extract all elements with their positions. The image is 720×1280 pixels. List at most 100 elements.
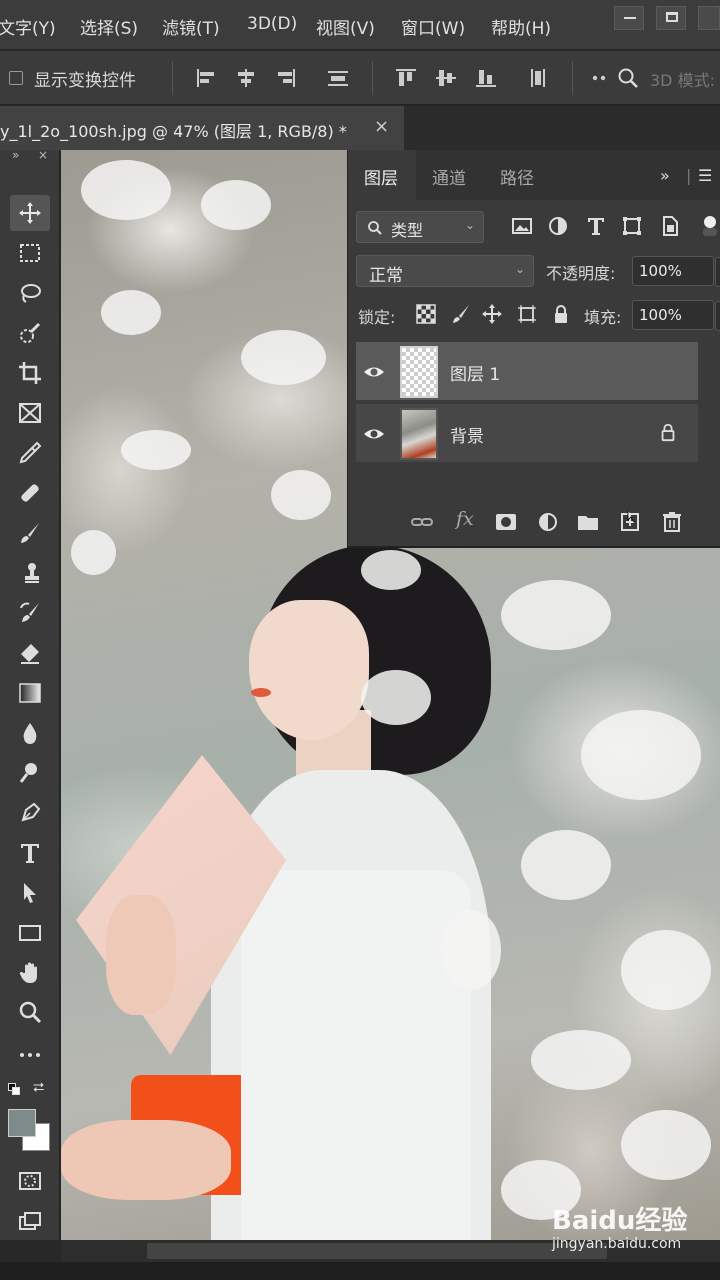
- more-options-icon[interactable]: [588, 67, 612, 89]
- pixel-filter-icon[interactable]: [510, 214, 534, 238]
- lock-icon[interactable]: [658, 422, 678, 442]
- dodge-tool-icon[interactable]: [10, 755, 50, 791]
- layer-style-fx-icon[interactable]: fx: [456, 508, 474, 530]
- new-layer-icon[interactable]: [618, 510, 642, 534]
- blend-mode-dropdown[interactable]: 正常 ⌄: [356, 255, 534, 287]
- show-transform-controls-label: 显示变换控件: [34, 71, 136, 91]
- lock-artboard-icon[interactable]: [516, 303, 538, 325]
- fill-field[interactable]: 100% ⌄: [632, 300, 720, 331]
- tab-layers[interactable]: 图层: [364, 164, 398, 189]
- foreground-color-swatch[interactable]: [8, 1109, 36, 1137]
- visibility-eye-icon[interactable]: [362, 360, 386, 384]
- brush-tool-icon[interactable]: [10, 515, 50, 551]
- chevron-down-icon[interactable]: ⌄: [715, 301, 720, 331]
- align-top-icon[interactable]: [394, 67, 418, 89]
- menu-help[interactable]: 帮助(H): [491, 14, 551, 39]
- document-tab-title: y_1l_2o_100sh.jpg @ 47% (图层 1, RGB/8) *: [0, 122, 347, 141]
- show-transform-controls-checkbox[interactable]: [9, 71, 23, 85]
- panel-menu-icon[interactable]: ☰: [698, 166, 712, 185]
- scrollbar-thumb[interactable]: [147, 1243, 607, 1259]
- hand-tool-icon[interactable]: [10, 955, 50, 991]
- add-mask-icon[interactable]: [494, 510, 518, 534]
- align-vertical-center-icon[interactable]: [434, 67, 458, 89]
- distribute-horizontal-icon[interactable]: [326, 67, 350, 89]
- layer-thumbnail: [400, 408, 438, 460]
- zoom-tool-icon[interactable]: [10, 995, 50, 1031]
- clone-stamp-tool-icon[interactable]: [10, 555, 50, 591]
- distribute-vertical-icon[interactable]: [526, 67, 550, 89]
- filter-toggle-icon[interactable]: [698, 214, 720, 238]
- swap-colors-icon[interactable]: ⮂: [33, 1080, 44, 1096]
- screen-mode-icon[interactable]: [10, 1203, 50, 1239]
- layer-filter-dropdown[interactable]: 类型 ⌄: [356, 211, 484, 243]
- menu-3d[interactable]: 3D(D): [247, 14, 297, 34]
- layer-row-layer-1[interactable]: 图层 1: [356, 342, 698, 400]
- move-tool-icon[interactable]: [10, 195, 50, 231]
- lock-all-icon[interactable]: [550, 303, 572, 325]
- lasso-tool-icon[interactable]: [10, 275, 50, 311]
- adjustment-filter-icon[interactable]: [546, 214, 570, 238]
- quick-selection-tool-icon[interactable]: [10, 315, 50, 351]
- menu-window[interactable]: 窗口(W): [401, 14, 465, 39]
- type-tool-icon[interactable]: [10, 835, 50, 871]
- align-right-icon[interactable]: [274, 67, 298, 89]
- tab-paths[interactable]: 路径: [500, 164, 534, 189]
- tools-panel-header: » ×: [0, 148, 60, 166]
- align-left-icon[interactable]: [194, 67, 218, 89]
- menu-bar: 文字(Y) 选择(S) 滤镜(T) 3D(D) 视图(V) 窗口(W) 帮助(H…: [0, 0, 720, 50]
- marquee-tool-icon[interactable]: [10, 235, 50, 271]
- default-colors-icon[interactable]: [8, 1083, 22, 1097]
- menu-filter[interactable]: 滤镜(T): [162, 14, 220, 39]
- close-panel-icon[interactable]: ×: [38, 148, 48, 162]
- delete-layer-icon[interactable]: [660, 510, 684, 534]
- menu-view[interactable]: 视图(V): [316, 14, 375, 39]
- path-selection-tool-icon[interactable]: [10, 875, 50, 911]
- crop-tool-icon[interactable]: [10, 355, 50, 391]
- history-brush-tool-icon[interactable]: [10, 595, 50, 631]
- rectangle-tool-icon[interactable]: [10, 915, 50, 951]
- link-layers-icon[interactable]: [410, 510, 434, 534]
- healing-brush-tool-icon[interactable]: [10, 475, 50, 511]
- lock-image-pixels-icon[interactable]: [450, 303, 472, 325]
- fill-value: 100%: [639, 306, 682, 324]
- eraser-tool-icon[interactable]: [10, 635, 50, 671]
- type-filter-icon[interactable]: [584, 214, 608, 238]
- search-icon[interactable]: [616, 67, 640, 89]
- lock-transparent-pixels-icon[interactable]: [415, 303, 437, 325]
- tab-channels[interactable]: 通道: [432, 164, 466, 189]
- layers-panel: 图层 通道 路径 » | ☰ 类型 ⌄ 正常 ⌄ 不透明度: 100% ⌄ 锁定…: [347, 150, 720, 548]
- align-center-horizontal-icon[interactable]: [234, 67, 258, 89]
- smart-object-filter-icon[interactable]: [658, 214, 682, 238]
- minimize-button[interactable]: [614, 6, 644, 30]
- menu-select[interactable]: 选择(S): [80, 14, 138, 39]
- more-tools-icon[interactable]: [10, 1037, 50, 1073]
- eyedropper-tool-icon[interactable]: [10, 435, 50, 471]
- visibility-eye-icon[interactable]: [362, 422, 386, 446]
- watermark-logo: Baidu经验: [552, 1206, 688, 1236]
- maximize-button[interactable]: [656, 6, 686, 30]
- lock-position-icon[interactable]: [481, 303, 503, 325]
- close-window-button[interactable]: [698, 6, 720, 30]
- quick-mask-icon[interactable]: [10, 1163, 50, 1199]
- pen-tool-icon[interactable]: [10, 795, 50, 831]
- search-icon: [368, 221, 382, 235]
- expand-panel-icon[interactable]: »: [12, 148, 19, 162]
- figure-hand: [106, 895, 176, 1015]
- collapse-panel-icon[interactable]: »: [660, 166, 670, 185]
- divider: [172, 61, 173, 95]
- align-bottom-icon[interactable]: [474, 67, 498, 89]
- kimono-sleeve: [241, 870, 471, 1240]
- new-group-folder-icon[interactable]: [576, 510, 600, 534]
- chevron-down-icon[interactable]: ⌄: [715, 257, 720, 287]
- opacity-field[interactable]: 100% ⌄: [632, 256, 720, 287]
- layer-row-background[interactable]: 背景: [356, 404, 698, 462]
- menu-type[interactable]: 文字(Y): [0, 14, 56, 39]
- blur-tool-icon[interactable]: [10, 715, 50, 751]
- close-tab-icon[interactable]: ×: [374, 116, 389, 137]
- frame-tool-icon[interactable]: [10, 395, 50, 431]
- gradient-tool-icon[interactable]: [10, 675, 50, 711]
- shape-filter-icon[interactable]: [620, 214, 644, 238]
- adjustment-layer-icon[interactable]: [536, 510, 560, 534]
- layer-name: 图层 1: [450, 365, 501, 385]
- document-tab[interactable]: y_1l_2o_100sh.jpg @ 47% (图层 1, RGB/8) * …: [0, 106, 404, 150]
